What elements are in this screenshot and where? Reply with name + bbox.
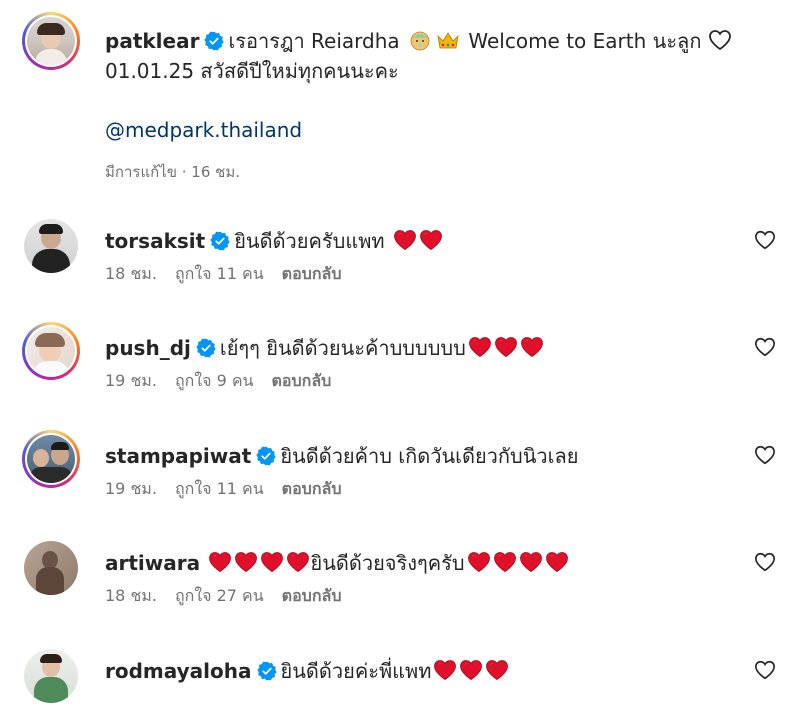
red-heart-emoji-icon [545, 551, 569, 573]
comment-likes[interactable]: ถูกใจ 27 คน [175, 586, 264, 605]
comment-text: ยินดีด้วยจริงๆครับ [310, 551, 465, 575]
comment-username[interactable]: stampapiwat [105, 444, 251, 468]
red-heart-emoji-icon [467, 551, 491, 573]
comment-meta: 18 ชม. ถูกใจ 11 คน ตอบกลับ [105, 262, 359, 287]
verified-badge-icon [210, 231, 230, 251]
comment-text: ยินดีด้วยครับแพท [234, 229, 385, 253]
comment-username[interactable]: torsaksit [105, 229, 205, 253]
caption-line-2: 01.01.25 สวัสดีปีใหม่ทุกคนนะคะ [105, 59, 399, 83]
comment-item: rodmayaloha ยินดีด้วยค่ะพี่แพท [22, 645, 782, 725]
comment-time[interactable]: 19 ชม. [105, 371, 157, 390]
comment-username[interactable]: push_dj [105, 336, 191, 360]
red-heart-emoji-icon [494, 336, 518, 358]
comment-username[interactable]: rodmayaloha [105, 659, 252, 683]
crown-emoji-icon [436, 28, 460, 52]
post-meta: มีการแก้ไข · 16 ชม. [105, 163, 240, 181]
red-heart-emoji-icon [485, 659, 509, 681]
red-heart-emoji-icon [286, 551, 310, 573]
comment-meta: 19 ชม. ถูกใจ 11 คน ตอบกลับ [105, 477, 359, 502]
comment-text: เย้ๆๆ ยินดีด้วยนะค้าบบบบบบ [219, 336, 466, 360]
white-heart-emoji-icon [708, 29, 732, 51]
avatar[interactable] [22, 217, 80, 275]
comment-time[interactable]: 18 ชม. [105, 586, 157, 605]
reply-button[interactable]: ตอบกลับ [282, 586, 342, 605]
verified-badge-icon [196, 338, 216, 358]
post-username[interactable]: patklear [105, 29, 199, 53]
avatar[interactable] [22, 430, 80, 488]
reply-button[interactable]: ตอบกลับ [272, 371, 332, 390]
red-heart-emoji-icon [419, 229, 443, 251]
comment-time[interactable]: 19 ชม. [105, 479, 157, 498]
red-heart-emoji-icon [468, 336, 492, 358]
like-heart-icon[interactable] [754, 551, 776, 573]
verified-badge-icon [257, 661, 277, 681]
verified-badge-icon [256, 446, 276, 466]
red-heart-emoji-icon [459, 659, 483, 681]
red-heart-emoji-icon [519, 551, 543, 573]
comment-item: push_dj เย้ๆๆ ยินดีด้วยนะค้าบบบบบบ 19 ชม.… [22, 322, 782, 402]
comment-item: artiwara ยินดีด้วยจริงๆครับ 18 ชม. ถูกใจ … [22, 537, 782, 617]
red-heart-emoji-icon [234, 551, 258, 573]
avatar[interactable] [22, 647, 80, 705]
comment-likes[interactable]: ถูกใจ 11 คน [175, 264, 264, 283]
comment-likes[interactable]: ถูกใจ 9 คน [175, 371, 254, 390]
avatar[interactable] [22, 539, 80, 597]
comment-item: torsaksit ยินดีด้วยครับแพท 18 ชม. ถูกใจ 11… [22, 215, 782, 295]
red-heart-emoji-icon [260, 551, 284, 573]
red-heart-emoji-icon [208, 551, 232, 573]
comment-time[interactable]: 18 ชม. [105, 264, 157, 283]
mention-link[interactable]: @medpark.thailand [105, 118, 302, 142]
red-heart-emoji-icon [433, 659, 457, 681]
red-heart-emoji-icon [393, 229, 417, 251]
avatar[interactable] [22, 322, 80, 380]
baby-emoji-icon [408, 28, 432, 52]
comment-text: ยินดีด้วยค่ะพี่แพท [280, 659, 432, 683]
comment-item: stampapiwat ยินดีด้วยค้าบ เกิดวันเดียวกับ… [22, 430, 782, 510]
like-heart-icon[interactable] [754, 229, 776, 251]
red-heart-emoji-icon [493, 551, 517, 573]
reply-button[interactable]: ตอบกลับ [282, 479, 342, 498]
like-heart-icon[interactable] [754, 336, 776, 358]
caption-text-2: Welcome to Earth นะลูก [468, 29, 702, 53]
like-heart-icon[interactable] [754, 444, 776, 466]
post-caption: patklear เรอารฎา Reiardha Welcome to Eart… [105, 26, 765, 86]
verified-badge-icon [204, 31, 224, 51]
post-avatar[interactable] [22, 12, 80, 70]
comment-meta: 19 ชม. ถูกใจ 9 คน ตอบกลับ [105, 369, 349, 394]
comment-likes[interactable]: ถูกใจ 11 คน [175, 479, 264, 498]
comment-meta: 18 ชม. ถูกใจ 27 คน ตอบกลับ [105, 584, 359, 609]
reply-button[interactable]: ตอบกลับ [282, 264, 342, 283]
like-heart-icon[interactable] [754, 659, 776, 681]
red-heart-emoji-icon [520, 336, 544, 358]
comment-text: ยินดีด้วยค้าบ เกิดวันเดียวกับนิวเลย [280, 444, 579, 468]
comment-username[interactable]: artiwara [105, 551, 200, 575]
caption-text-1: เรอารฎา Reiardha [228, 29, 400, 53]
